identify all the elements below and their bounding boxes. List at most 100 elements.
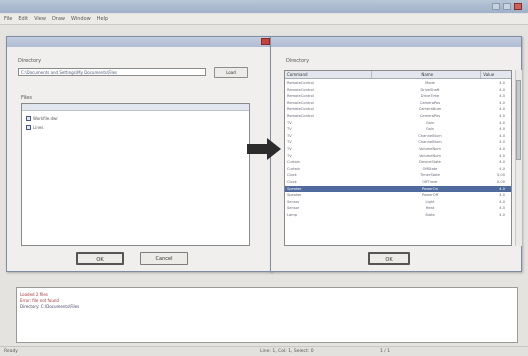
- app-title-bar[interactable]: [0, 0, 528, 13]
- column-header-name[interactable]: Name: [372, 71, 482, 78]
- table-row[interactable]: RemoteControl CameraNum 4.0: [285, 106, 511, 113]
- list-item[interactable]: Workfile.dwr: [26, 115, 58, 122]
- table-row[interactable]: RemoteControl Mode 4.0: [285, 80, 511, 87]
- cell-value: 0.00: [496, 173, 505, 178]
- file-list-header: [22, 104, 249, 111]
- cell-command: Curtain: [287, 166, 301, 171]
- directory-input[interactable]: C:\Documents and Settings\My Documents\F…: [18, 68, 206, 76]
- table-row[interactable]: TV VolumeNum 4.0: [285, 153, 511, 160]
- cell-value: 4.0: [499, 186, 505, 191]
- load-button[interactable]: Load: [214, 67, 248, 78]
- dialog-title-bar[interactable]: [7, 37, 271, 47]
- cell-command: RemoteControl: [287, 114, 314, 118]
- status-text: Ready: [4, 349, 18, 354]
- cell-value: 4.0: [499, 153, 505, 158]
- minimize-icon[interactable]: [492, 3, 500, 10]
- cell-value: 4.0: [499, 193, 505, 198]
- cell-command: Speaker: [287, 193, 302, 198]
- table-row[interactable]: RemoteControl CameraPos 4.0: [285, 100, 511, 107]
- cell-name: DriveTime: [420, 94, 440, 99]
- cell-command: Speaker: [287, 186, 302, 191]
- cell-value: 4.0: [499, 147, 505, 151]
- table-row[interactable]: TV Gain 4.0: [285, 126, 511, 133]
- table-row[interactable]: Speaker PowerOff 4.0: [285, 192, 511, 199]
- cell-value: 4.0: [499, 213, 505, 217]
- cancel-button[interactable]: Cancel: [140, 252, 188, 265]
- file-list[interactable]: Workfile.dwr Lines: [21, 103, 250, 246]
- table-header: Command Name Value: [285, 71, 511, 79]
- cell-name: VolumeNum: [419, 153, 441, 158]
- cell-value: 4.0: [499, 133, 505, 138]
- cell-command: Sensor: [287, 199, 300, 204]
- cell-command: Curtain: [287, 160, 301, 165]
- column-header-value[interactable]: Value: [481, 71, 511, 78]
- table-row[interactable]: Sensor Light 4.0: [285, 199, 511, 206]
- column-header-command[interactable]: Command: [285, 71, 373, 78]
- command-table[interactable]: Command Name Value RemoteControl Mode 4.0 R…: [284, 70, 512, 246]
- directory-label-right: Directory: [286, 58, 310, 64]
- cell-name: State: [425, 213, 435, 217]
- table-row[interactable]: Sensor Heat 4.0: [285, 205, 511, 212]
- cell-command: Sensor: [287, 206, 300, 211]
- cell-command: Lamp: [287, 213, 297, 217]
- cell-name: VolumeNum: [419, 147, 441, 151]
- table-row[interactable]: RemoteControl DriveTime 4.0: [285, 93, 511, 100]
- maximize-icon[interactable]: [503, 3, 511, 10]
- table-row[interactable]: Lamp State 4.0: [285, 212, 511, 219]
- menu-edit[interactable]: Edit: [18, 16, 28, 22]
- table-row[interactable]: TV VolumeNum 4.0: [285, 146, 511, 153]
- table-row[interactable]: RemoteControl DriveShaft 4.0: [285, 87, 511, 94]
- cell-name: Light: [425, 199, 435, 204]
- cell-value: 4.0: [499, 100, 505, 105]
- scrollbar-thumb[interactable]: [516, 80, 521, 160]
- table-row[interactable]: Clock TimerState 0.00: [285, 172, 511, 179]
- cell-command: RemoteControl: [287, 81, 314, 85]
- cell-name: DriveShaft: [420, 87, 440, 92]
- dialog-close-icon[interactable]: [261, 38, 270, 45]
- menu-file[interactable]: File: [4, 16, 12, 22]
- menu-window[interactable]: Window: [71, 16, 91, 22]
- cell-command: RemoteControl: [287, 87, 314, 92]
- cell-value: 4.0: [499, 94, 505, 99]
- table-row[interactable]: Clock OffTimer 0.00: [285, 179, 511, 186]
- close-icon[interactable]: [514, 3, 522, 10]
- cell-value: 4.0: [499, 107, 505, 112]
- cell-value: 4.0: [499, 199, 505, 204]
- menu-draw[interactable]: Draw: [52, 16, 65, 22]
- page-indicator: 1 / 1: [380, 349, 391, 354]
- cell-value: 4.0: [499, 114, 505, 118]
- table-row[interactable]: RemoteControl CameraPos 4.0: [285, 113, 511, 120]
- table-row[interactable]: TV Gain 4.0: [285, 120, 511, 127]
- dialog-title-bar[interactable]: [271, 37, 521, 47]
- cell-command: RemoteControl: [287, 107, 314, 112]
- menu-bar: File Edit View Draw Window Help: [0, 14, 528, 25]
- cell-name: OffState: [422, 166, 438, 171]
- cell-value: 4.0: [499, 160, 505, 165]
- file-name: Lines: [33, 125, 44, 130]
- cell-name: CameraNum: [418, 107, 442, 112]
- output-line: Loaded 2 files: [20, 292, 48, 297]
- cell-command: TV: [287, 153, 292, 158]
- table-row[interactable]: Curtain DeviceState 4.0: [285, 159, 511, 166]
- cell-name: PowerOff: [421, 193, 439, 198]
- cell-name: CameraPos: [419, 100, 441, 105]
- output-line: Error: file not found: [20, 298, 59, 303]
- cell-name: TimerState: [420, 173, 440, 178]
- list-item[interactable]: Lines: [26, 124, 43, 131]
- ok-button[interactable]: OK: [76, 252, 124, 265]
- cell-name: Gain: [425, 127, 435, 132]
- cell-name: ChannelNum: [418, 140, 442, 145]
- cell-value: 4.0: [499, 166, 505, 171]
- table-row[interactable]: Speaker PowerOn 4.0: [285, 185, 511, 193]
- table-row[interactable]: TV ChannelNum 4.0: [285, 139, 511, 146]
- menu-help[interactable]: Help: [97, 16, 108, 22]
- cursor-position: Line: 1, Col: 1, Select: 0: [260, 349, 314, 354]
- ok-button-right[interactable]: OK: [368, 252, 410, 265]
- application-window: File Edit View Draw Window Help Director…: [0, 0, 528, 356]
- status-bar: Ready Line: 1, Col: 1, Select: 0 1 / 1: [0, 346, 528, 356]
- cell-value: 4.0: [499, 87, 505, 92]
- table-row[interactable]: Curtain OffState 4.0: [285, 166, 511, 173]
- menu-view[interactable]: View: [34, 16, 46, 22]
- file-icon: [26, 125, 31, 130]
- table-row[interactable]: TV ChannelNum 4.0: [285, 133, 511, 140]
